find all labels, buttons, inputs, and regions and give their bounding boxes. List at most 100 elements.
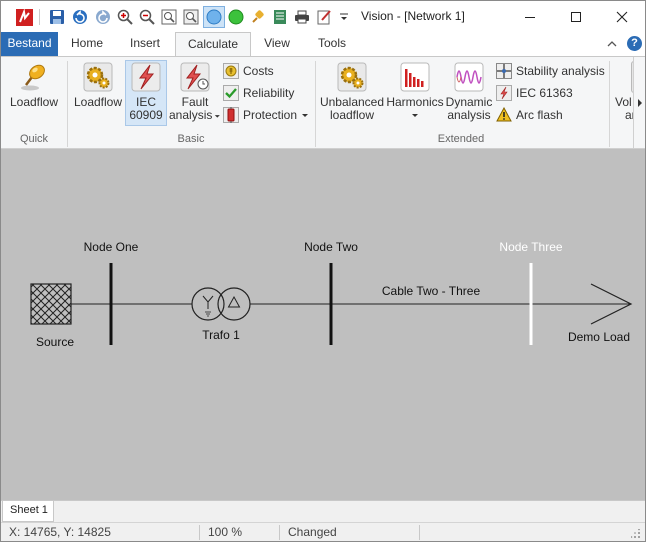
quick-loadflow-button[interactable]: Loadflow [7, 61, 61, 109]
edit-note-icon[interactable] [315, 8, 333, 26]
iec-60909-content: IEC 60909 [125, 61, 167, 122]
pushpin-loadflow-icon [18, 61, 50, 93]
harmonics-label: Harmonics [386, 95, 444, 109]
resize-grip-icon[interactable] [630, 528, 641, 538]
trafo-symbol[interactable] [191, 287, 251, 321]
ribbon-scroll-right-button[interactable] [633, 57, 645, 148]
grid-cross-icon [496, 63, 512, 79]
pin-icon[interactable] [249, 8, 267, 26]
iec-61363-label: IEC 61363 [516, 86, 573, 100]
undo-icon[interactable] [71, 8, 89, 26]
app-logo-icon[interactable] [15, 8, 33, 26]
waveform-icon [453, 61, 485, 93]
fault-analysis-label-line2: analysis [169, 108, 213, 122]
list-icon[interactable] [271, 8, 289, 26]
coins-icon [223, 63, 239, 79]
tab-view[interactable]: View [254, 32, 300, 56]
protection-label: Protection [243, 108, 298, 122]
document-state: Changed [288, 525, 337, 539]
status-divider [419, 525, 420, 540]
network-canvas[interactable]: Source Node One Trafo 1 Node Two Cable T… [1, 149, 645, 500]
dynamic-label-line2: analysis [447, 108, 491, 122]
arc-flash-label: Arc flash [516, 108, 563, 122]
costs-button[interactable]: Costs [223, 61, 274, 81]
fault-analysis-dropdown[interactable]: analysis [169, 109, 221, 122]
zoom-out-icon[interactable] [138, 8, 156, 26]
stability-analysis-button[interactable]: Stability analysis [496, 61, 605, 81]
protection-button[interactable]: Protection [223, 105, 309, 125]
zoom-window-icon[interactable] [160, 8, 178, 26]
qat-divider [39, 9, 40, 25]
save-icon[interactable] [48, 8, 66, 26]
close-button[interactable] [599, 1, 645, 32]
checkmark-icon [223, 85, 239, 101]
costs-label: Costs [243, 64, 274, 78]
unbalanced-label-line2: loadflow [329, 108, 375, 122]
chevron-down-icon [302, 114, 309, 117]
app-window: Vision - [Network 1] Bestand Home Insert… [0, 0, 646, 542]
group-label-basic: Basic [177, 133, 205, 145]
quick-loadflow-label: Loadflow [9, 95, 59, 109]
source-symbol[interactable] [30, 283, 72, 325]
iec-61363-button[interactable]: IEC 61363 [496, 83, 573, 103]
title-bar: Vision - [Network 1] [1, 1, 645, 32]
lightning-red-icon [130, 61, 162, 93]
trafo-label: Trafo 1 [202, 328, 240, 342]
help-icon[interactable]: ? [627, 36, 642, 51]
zoom-fit-icon[interactable] [182, 8, 200, 26]
stability-label: Stability analysis [516, 64, 605, 78]
group-label-quick: Quick [19, 133, 49, 145]
tab-bestand[interactable]: Bestand [1, 32, 58, 56]
ribbon-panel: Loadflow Quick Loadflow IEC 60909 Fault … [1, 56, 645, 149]
chevron-down-icon [215, 114, 221, 118]
fault-lightning-icon [179, 61, 211, 93]
node-two-label: Node Two [304, 240, 358, 254]
status-bar: X: 14765, Y: 14825 100 % Changed [1, 522, 645, 541]
tab-tools[interactable]: Tools [306, 32, 358, 56]
print-icon[interactable] [293, 8, 311, 26]
harmonics-bars-icon [399, 61, 431, 93]
group-separator [609, 61, 610, 147]
maximize-button[interactable] [553, 1, 599, 32]
qat-dropdown-icon[interactable] [335, 8, 353, 26]
select-mode-icon[interactable] [203, 6, 225, 28]
source-label: Source [36, 335, 74, 349]
loadflow-button[interactable]: Loadflow [71, 61, 125, 109]
reliability-label: Reliability [243, 86, 295, 100]
unbalanced-loadflow-button[interactable]: Unbalanced loadflow [319, 61, 385, 122]
warning-icon [496, 106, 512, 123]
reliability-button[interactable]: Reliability [223, 83, 294, 103]
loadflow-label: Loadflow [73, 95, 123, 109]
dynamic-analysis-button[interactable]: Dynamic analysis [444, 61, 494, 122]
zoom-in-icon[interactable] [116, 8, 134, 26]
tab-insert[interactable]: Insert [119, 32, 171, 56]
fuse-icon [223, 107, 239, 123]
cursor-coordinates: X: 14765, Y: 14825 [9, 525, 111, 539]
gears-icon [82, 61, 114, 93]
window-title: Vision - [Network 1] [361, 9, 465, 23]
sheet-tab-bar: Sheet 1 [1, 500, 645, 522]
chevron-right-icon [637, 98, 642, 107]
node-one-label: Node One [84, 240, 139, 254]
green-ball-icon[interactable] [227, 8, 245, 26]
harmonics-button[interactable]: Harmonics [386, 61, 444, 119]
tab-home[interactable]: Home [61, 32, 113, 56]
zoom-level: 100 % [208, 525, 243, 539]
gears-unbalanced-icon [336, 61, 368, 93]
chevron-down-icon[interactable] [411, 111, 419, 119]
lightning-small-icon [496, 85, 512, 101]
ribbon-tab-bar: Bestand Home Insert Calculate View Tools… [1, 32, 645, 57]
minimize-button[interactable] [507, 1, 553, 32]
load-label: Demo Load [568, 330, 630, 344]
arc-flash-button[interactable]: Arc flash [496, 105, 563, 125]
cable-label: Cable Two - Three [382, 284, 481, 298]
collapse-ribbon-icon[interactable] [605, 37, 619, 51]
iec-60909-label-line2: 60909 [129, 108, 163, 122]
status-divider [199, 525, 200, 540]
redo-icon[interactable] [94, 8, 112, 26]
status-divider [279, 525, 280, 540]
tab-calculate[interactable]: Calculate [175, 32, 251, 57]
group-label-extended: Extended [437, 133, 485, 145]
sheet-tab-1[interactable]: Sheet 1 [2, 501, 54, 522]
fault-analysis-button[interactable]: Fault analysis [169, 61, 221, 122]
